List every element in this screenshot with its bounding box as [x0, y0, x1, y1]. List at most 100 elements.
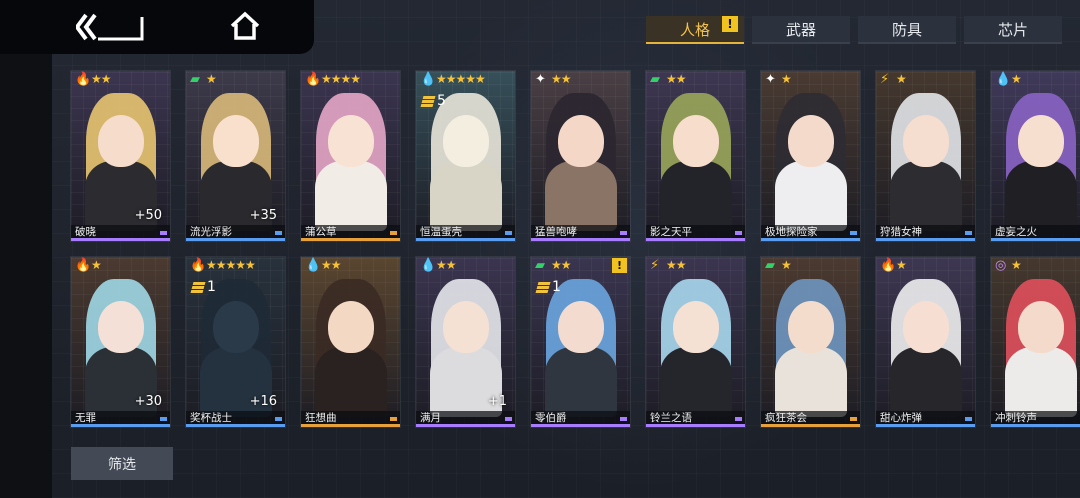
character-card[interactable]: ⚡ ★ 狩猎女神	[875, 70, 976, 242]
character-portrait	[761, 257, 860, 427]
rarity-marker	[965, 231, 972, 235]
rarity-marker	[965, 417, 972, 421]
rarity-marker	[505, 417, 512, 421]
tab-3[interactable]: 芯片	[964, 16, 1062, 44]
character-card[interactable]: 💧 ★★ 狂想曲	[300, 256, 401, 428]
portrait-body	[889, 161, 962, 231]
card-name-bar: 甜心炸弹	[876, 411, 975, 427]
card-name: 无罪	[75, 412, 96, 424]
card-name: 狩猎女神	[880, 226, 922, 238]
portrait-body	[429, 161, 502, 231]
tab-1[interactable]: 武器	[752, 16, 850, 44]
portrait-body	[774, 161, 847, 231]
character-card[interactable]: ✦ ★★ 猛兽咆哮	[530, 70, 631, 242]
card-name-bar: 影之天平	[646, 225, 745, 241]
portrait-body	[889, 347, 962, 417]
card-name-bar: 蒲公草	[301, 225, 400, 241]
card-name-bar: 猛兽咆哮	[531, 225, 630, 241]
portrait-body	[774, 347, 847, 417]
portrait-face	[442, 115, 489, 167]
card-name: 满月	[420, 412, 441, 424]
tab-label: 武器	[785, 20, 816, 39]
portrait-body	[659, 161, 732, 231]
character-card[interactable]: 🔥 ★ 甜心炸弹	[875, 256, 976, 428]
portrait-body	[1004, 347, 1077, 417]
stack-count: 1	[190, 279, 216, 295]
portrait-body	[1004, 161, 1077, 231]
character-portrait	[646, 71, 745, 241]
thunder-element-icon: ⚡	[650, 258, 660, 273]
rarity-marker	[505, 231, 512, 235]
left-edge-panel	[0, 0, 52, 498]
rarity-marker	[160, 231, 167, 235]
card-name-bar: 奖杯战士	[186, 411, 285, 427]
rarity-stars: ★★	[91, 72, 111, 86]
home-button[interactable]	[228, 10, 262, 42]
rarity-marker	[735, 417, 742, 421]
filter-button[interactable]: 筛选	[71, 447, 173, 480]
card-name-bar: 狂想曲	[301, 411, 400, 427]
portrait-face	[787, 115, 834, 167]
character-grid: 🔥 ★★ +50 破晓 ▰ ★ +35 流光浮影 🔥 ★★★★ 蒲公草 💧 ★★★★★ 5 恒温蛋壳 ✦ ★★ 猛…	[70, 70, 1080, 428]
back-button[interactable]	[76, 12, 146, 42]
character-card[interactable]: 🔥 ★★★★★ 1 +16 奖杯战士	[185, 256, 286, 428]
rarity-marker	[160, 417, 167, 421]
stack-count: 1	[535, 279, 561, 295]
stack-number: 1	[552, 279, 561, 295]
card-name-bar: 疯狂茶会	[761, 411, 860, 427]
portrait-face	[97, 301, 144, 353]
psychic-element-icon: ◎	[995, 258, 1007, 273]
tab-0[interactable]: 人格!	[646, 16, 744, 44]
card-name-bar: 铃兰之语	[646, 411, 745, 427]
character-card[interactable]: 💧 ★★★★★ 5 恒温蛋壳	[415, 70, 516, 242]
physical-element-icon: ✦	[765, 72, 776, 87]
character-card[interactable]: ▰ ★ 疯狂茶会	[760, 256, 861, 428]
character-card[interactable]: 🔥 ★★ +50 破晓	[70, 70, 171, 242]
stack-icon	[190, 281, 206, 293]
portrait-body	[659, 347, 732, 417]
character-card[interactable]: ⚡ ★★ 铃兰之语	[645, 256, 746, 428]
rarity-stars: ★	[781, 258, 792, 272]
rarity-stars: ★★★★★	[436, 72, 486, 86]
wind-element-icon: ▰	[535, 258, 545, 273]
portrait-face	[557, 115, 604, 167]
tab-2[interactable]: 防具	[858, 16, 956, 44]
rarity-stars: ★★	[551, 258, 571, 272]
character-card[interactable]: 💧 ★★ +1 满月	[415, 256, 516, 428]
fire-element-icon: 🔥	[75, 72, 92, 87]
home-icon	[230, 11, 260, 40]
rarity-stars: ★	[896, 72, 907, 86]
character-card[interactable]: ✦ ★ 极地探险家	[760, 70, 861, 242]
rarity-stars: ★★	[436, 258, 456, 272]
back-chevron-icon	[76, 13, 144, 41]
rarity-stars: ★★★★	[321, 72, 361, 86]
character-card[interactable]: ▰ ★★ 影之天平	[645, 70, 746, 242]
rarity-marker	[390, 231, 397, 235]
card-name: 甜心炸弹	[880, 412, 922, 424]
rarity-marker	[850, 231, 857, 235]
rarity-stars: ★	[91, 258, 102, 272]
character-card[interactable]: ▰ ★ +35 流光浮影	[185, 70, 286, 242]
card-name-bar: 流光浮影	[186, 225, 285, 241]
ice-element-icon: 💧	[420, 258, 437, 273]
rarity-marker	[275, 231, 282, 235]
portrait-face	[442, 301, 489, 353]
portrait-face	[557, 301, 604, 353]
card-name: 冲刺铃声	[995, 412, 1037, 424]
character-card[interactable]: 💧 ★ 虚妄之火	[990, 70, 1080, 242]
enhance-level: +50	[134, 208, 162, 223]
portrait-body	[314, 161, 387, 231]
card-name: 极地探险家	[765, 226, 818, 238]
physical-element-icon: ✦	[535, 72, 546, 87]
character-card[interactable]: 🔥 ★ +30 无罪	[70, 256, 171, 428]
character-card[interactable]: ◎ ★ 冲刺铃声	[990, 256, 1080, 428]
portrait-face	[672, 301, 719, 353]
tab-label: 芯片	[997, 20, 1028, 39]
portrait-face	[327, 301, 374, 353]
fire-element-icon: 🔥	[880, 258, 897, 273]
character-card[interactable]: ▰ ★★! 1 零伯爵	[530, 256, 631, 428]
enhance-level: +1	[487, 394, 507, 409]
stack-count: 5	[420, 93, 446, 109]
ice-element-icon: 💧	[995, 72, 1012, 87]
character-card[interactable]: 🔥 ★★★★ 蒲公草	[300, 70, 401, 242]
